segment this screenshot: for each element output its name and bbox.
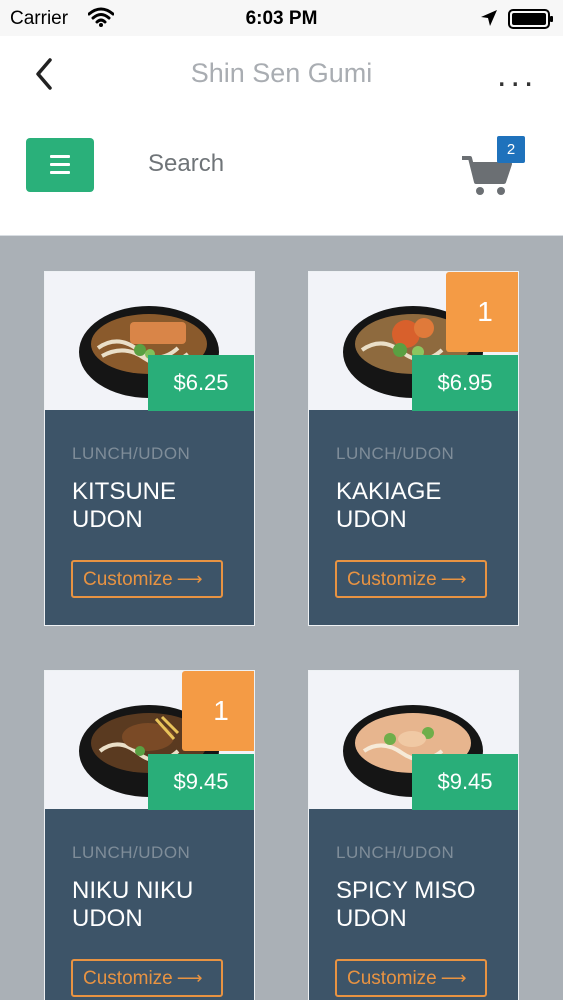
customize-label: Customize bbox=[347, 968, 437, 989]
product-card[interactable]: $9.45 LUNCH/UDON SPICY MISO UDON Customi… bbox=[308, 670, 519, 1000]
clock: 6:03 PM bbox=[245, 8, 318, 29]
more-options-button[interactable]: ... bbox=[497, 56, 537, 95]
customize-label: Customize bbox=[347, 569, 437, 590]
product-name: SPICY MISO UDON bbox=[336, 877, 476, 932]
customize-button[interactable]: Customize ⟶ bbox=[71, 959, 223, 997]
product-name: NIKU NIKU UDON bbox=[72, 877, 194, 932]
customize-button[interactable]: Customize ⟶ bbox=[335, 959, 487, 997]
product-card[interactable]: $9.45 1 LUNCH/UDON NIKU NIKU UDON Custom… bbox=[44, 670, 255, 1000]
quantity-badge: 1 bbox=[182, 671, 254, 751]
hamburger-icon bbox=[50, 155, 70, 158]
battery-icon bbox=[508, 9, 554, 35]
price-tag: $6.95 bbox=[412, 355, 518, 411]
price-tag: $9.45 bbox=[148, 754, 254, 810]
customize-label: Customize bbox=[83, 569, 173, 590]
price-tag: $9.45 bbox=[412, 754, 518, 810]
arrow-right-icon: ⟶ bbox=[176, 968, 203, 988]
product-category: LUNCH/UDON bbox=[336, 444, 455, 463]
product-name: KAKIAGE UDON bbox=[336, 478, 442, 533]
product-card[interactable]: $6.95 1 LUNCH/UDON KAKIAGE UDON Customiz… bbox=[308, 271, 519, 626]
customize-button[interactable]: Customize ⟶ bbox=[71, 560, 223, 598]
product-category: LUNCH/UDON bbox=[72, 843, 191, 862]
page-title: Shin Sen Gumi bbox=[190, 58, 373, 88]
app-header: Shin Sen Gumi ... 2 bbox=[0, 36, 563, 236]
arrow-right-icon: ⟶ bbox=[440, 968, 467, 988]
product-card[interactable]: $6.25 LUNCH/UDON KITSUNE UDON Customize ⟶ bbox=[44, 271, 255, 626]
price-tag: $6.25 bbox=[148, 355, 254, 411]
location-icon bbox=[480, 9, 498, 33]
search-input[interactable] bbox=[148, 150, 428, 178]
arrow-right-icon: ⟶ bbox=[176, 569, 203, 589]
product-category: LUNCH/UDON bbox=[72, 444, 191, 463]
status-bar: Carrier 6:03 PM bbox=[0, 0, 563, 36]
cart-count-badge: 2 bbox=[497, 136, 525, 163]
customize-label: Customize bbox=[83, 968, 173, 989]
product-category: LUNCH/UDON bbox=[336, 843, 455, 862]
customize-button[interactable]: Customize ⟶ bbox=[335, 560, 487, 598]
quantity-badge: 1 bbox=[446, 272, 518, 352]
menu-button[interactable] bbox=[26, 138, 94, 192]
product-name: KITSUNE UDON bbox=[72, 478, 177, 533]
arrow-right-icon: ⟶ bbox=[440, 569, 467, 589]
